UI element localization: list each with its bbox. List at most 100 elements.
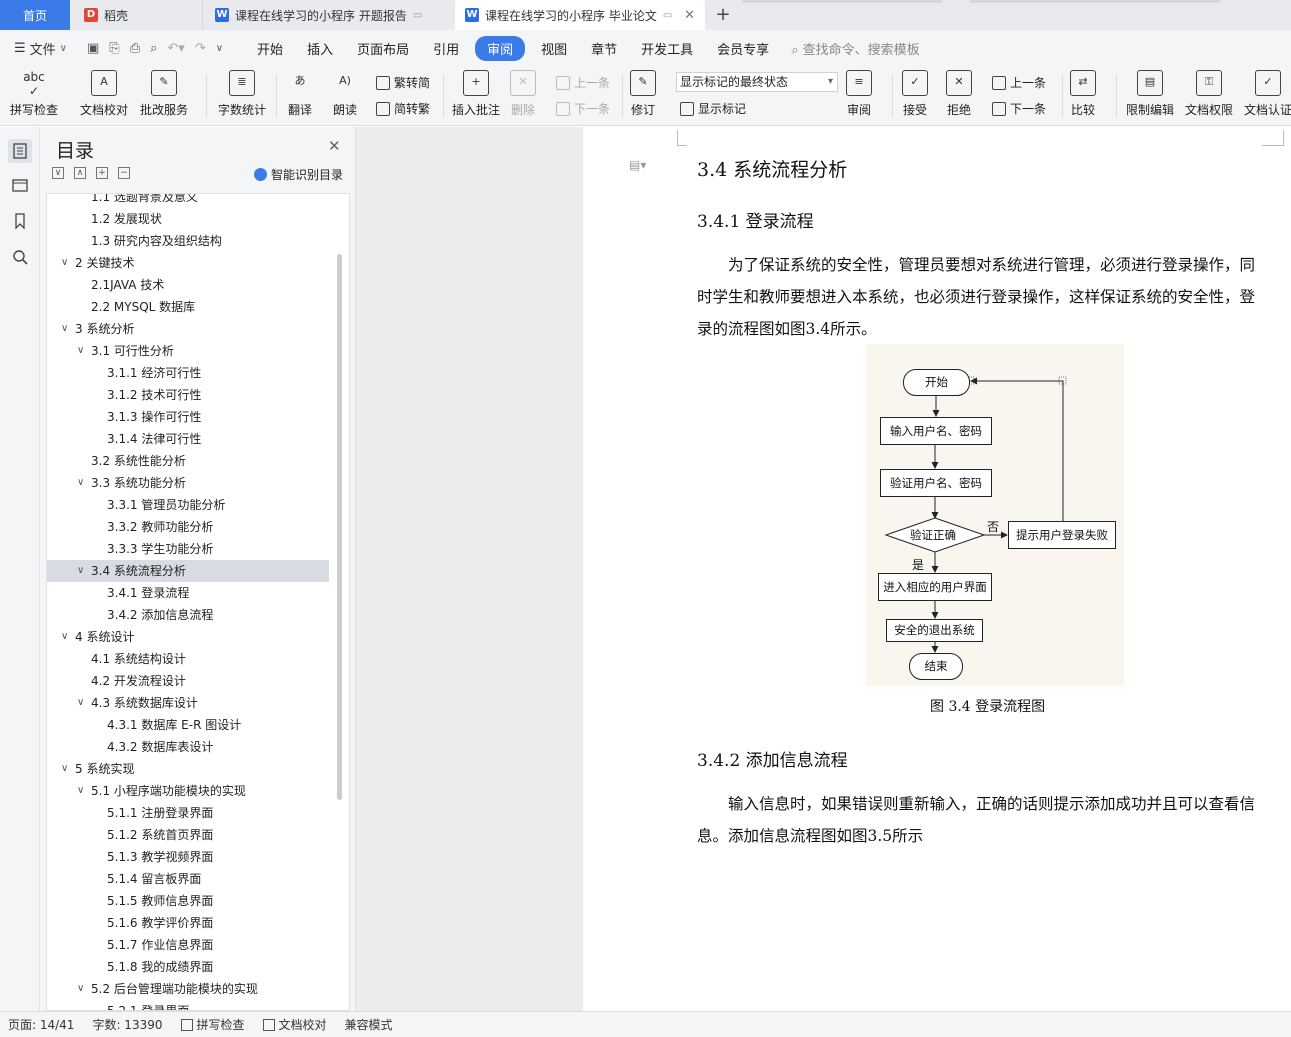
read-aloud-button[interactable]: A) 朗读	[332, 70, 358, 118]
toc-item[interactable]: 4.1 系统结构设计	[47, 648, 329, 670]
accept-button[interactable]: ✓ 接受	[902, 70, 928, 118]
toc-item[interactable]: 5.2.1 登录界面	[47, 1000, 329, 1010]
prev-change-button[interactable]: 上一条	[992, 74, 1046, 91]
tab-home[interactable]: 首页	[0, 0, 70, 30]
menu-section[interactable]: 章节	[579, 36, 629, 61]
doc-proof-button[interactable]: A 文档校对	[80, 70, 128, 118]
chevron-down-icon[interactable]: ∨	[77, 978, 84, 1000]
print-icon[interactable]: ⎙	[130, 41, 140, 56]
track-changes-button[interactable]: ✎ 修订	[630, 70, 656, 118]
toc-item[interactable]: 3.4.2 添加信息流程	[47, 604, 329, 626]
file-menu[interactable]: ☰ 文件 ∨	[0, 39, 75, 58]
toc-item[interactable]: ∨ 5.1 小程序端功能模块的实现	[47, 780, 329, 802]
toc-item[interactable]: 3.1.1 经济可行性	[47, 362, 329, 384]
next-comment-button[interactable]: 下一条	[556, 100, 610, 117]
show-markup-button[interactable]: 显示标记	[680, 100, 746, 117]
toc-item[interactable]: 3.2 系统性能分析	[47, 450, 329, 472]
simp-to-trad-button[interactable]: 简转繁	[376, 100, 430, 117]
toc-panel-icon[interactable]	[8, 139, 32, 163]
toc-item[interactable]: 5.1.2 系统首页界面	[47, 824, 329, 846]
undo-icon[interactable]: ↶▾	[167, 41, 184, 56]
status-spell-check[interactable]: 拼写检查	[180, 1016, 245, 1033]
toc-item[interactable]: 4.3.1 数据库 E-R 图设计	[47, 714, 329, 736]
toc-item[interactable]: ∨ 3.1 可行性分析	[47, 340, 329, 362]
toc-item[interactable]: 3.4.1 登录流程	[47, 582, 329, 604]
chevron-down-icon[interactable]: ∨	[77, 560, 84, 582]
toc-item[interactable]: 5.1.5 教师信息界面	[47, 890, 329, 912]
close-icon[interactable]: ✕	[328, 137, 341, 155]
chevron-down-icon[interactable]: ∨	[77, 780, 84, 802]
menu-view[interactable]: 视图	[529, 36, 579, 61]
toc-item[interactable]: 1.1 选题背景及意义	[47, 194, 329, 208]
toc-item[interactable]: 3.1.4 法律可行性	[47, 428, 329, 450]
toc-item[interactable]: ∨ 3.3 系统功能分析	[47, 472, 329, 494]
toc-item[interactable]: ∨ 2 关键技术	[47, 252, 329, 274]
markup-state-select[interactable]: 显示标记的最终状态	[676, 72, 838, 92]
collapse-all-icon[interactable]: ∨	[52, 167, 64, 179]
chevron-down-icon[interactable]: ∨	[61, 758, 68, 780]
toc-item[interactable]: 1.2 发展现状	[47, 208, 329, 230]
command-search[interactable]: ⌕ 查找命令、搜索模板	[791, 39, 919, 58]
toc-item[interactable]: 5.1.6 教学评价界面	[47, 912, 329, 934]
customize-icon[interactable]: ∨	[216, 43, 223, 54]
menu-references[interactable]: 引用	[421, 36, 471, 61]
spell-check-button[interactable]: abc ✓ 拼写检查	[10, 70, 58, 118]
compare-button[interactable]: ⇄ 比较	[1070, 70, 1096, 118]
chevron-down-icon[interactable]: ∨	[61, 318, 68, 340]
toc-item[interactable]: 5.1.8 我的成绩界面	[47, 956, 329, 978]
toc-item[interactable]: ∨ 4.3 系统数据库设计	[47, 692, 329, 714]
close-tab-icon[interactable]: ✕	[684, 8, 695, 23]
chevron-down-icon[interactable]: ∨	[77, 692, 84, 714]
expand-level-icon[interactable]: ∧	[74, 167, 86, 179]
print-preview-icon[interactable]: ⌕	[150, 41, 157, 56]
new-tab-button[interactable]: +	[712, 4, 734, 26]
page-indicator[interactable]: 页面: 14/41	[8, 1016, 74, 1033]
menu-dev-tools[interactable]: 开发工具	[629, 36, 705, 61]
paragraph-options-icon[interactable]: ▤▾	[629, 158, 646, 172]
trad-to-simp-button[interactable]: 繁转简	[376, 74, 430, 91]
review-service-button[interactable]: ✎ 批改服务	[140, 70, 188, 118]
search-icon[interactable]	[8, 245, 32, 269]
toc-item[interactable]: 4.2 开发流程设计	[47, 670, 329, 692]
word-count-button[interactable]: ≣ 字数统计	[218, 70, 266, 118]
toc-item[interactable]: ∨ 5 系统实现	[47, 758, 329, 780]
next-change-button[interactable]: 下一条	[992, 100, 1046, 117]
remove-heading-icon[interactable]: −	[118, 167, 130, 179]
reject-button[interactable]: ✕ 拒绝	[946, 70, 972, 118]
smart-toc-button[interactable]: 智能识别目录	[254, 166, 343, 183]
chevron-down-icon[interactable]: ∨	[77, 340, 84, 362]
toc-item[interactable]: ∨ 3 系统分析	[47, 318, 329, 340]
toc-item[interactable]: ∨ 3.4 系统流程分析	[47, 560, 329, 582]
toc-item[interactable]: 3.3.1 管理员功能分析	[47, 494, 329, 516]
tab-doc-thesis[interactable]: W 课程在线学习的小程序 毕业论文 ▭ ✕	[455, 0, 705, 30]
restrict-edit-button[interactable]: ▤ 限制编辑	[1126, 70, 1174, 118]
review-pane-button[interactable]: ≡ 审阅	[846, 70, 872, 118]
toc-item[interactable]: 1.3 研究内容及组织结构	[47, 230, 329, 252]
menu-start[interactable]: 开始	[245, 36, 295, 61]
chevron-down-icon[interactable]: ∨	[61, 252, 68, 274]
word-count-indicator[interactable]: 字数: 13390	[92, 1016, 162, 1033]
toc-item[interactable]: 3.1.3 操作可行性	[47, 406, 329, 428]
toc-item[interactable]: 5.1.3 教学视频界面	[47, 846, 329, 868]
chevron-down-icon[interactable]: ∨	[77, 472, 84, 494]
insert-comment-button[interactable]: + 插入批注	[452, 70, 500, 118]
toc-item[interactable]: 5.1.4 留言板界面	[47, 868, 329, 890]
toc-item[interactable]: 3.3.3 学生功能分析	[47, 538, 329, 560]
menu-member[interactable]: 会员专享	[705, 36, 781, 61]
bookmark-icon[interactable]	[8, 209, 32, 233]
prev-comment-button[interactable]: 上一条	[556, 74, 610, 91]
menu-page-layout[interactable]: 页面布局	[345, 36, 421, 61]
tab-doc-proposal[interactable]: W 课程在线学习的小程序 开题报告 ▭	[202, 0, 450, 30]
toc-item[interactable]: ∨ 4 系统设计	[47, 626, 329, 648]
toc-item[interactable]: ∨ 5.2 后台管理端功能模块的实现	[47, 978, 329, 1000]
menu-insert[interactable]: 插入	[295, 36, 345, 61]
delete-comment-button[interactable]: ✕ 删除	[510, 70, 536, 118]
toc-item[interactable]: 5.1.7 作业信息界面	[47, 934, 329, 956]
status-doc-proof[interactable]: 文档校对	[262, 1016, 327, 1033]
toc-item[interactable]: 2.2 MYSQL 数据库	[47, 296, 329, 318]
chapter-nav-icon[interactable]	[8, 173, 32, 197]
add-heading-icon[interactable]: +	[96, 167, 108, 179]
doc-auth-button[interactable]: ✓ 文档认证	[1244, 70, 1291, 118]
toc-item[interactable]: 3.3.2 教师功能分析	[47, 516, 329, 538]
toc-item[interactable]: 3.1.2 技术可行性	[47, 384, 329, 406]
